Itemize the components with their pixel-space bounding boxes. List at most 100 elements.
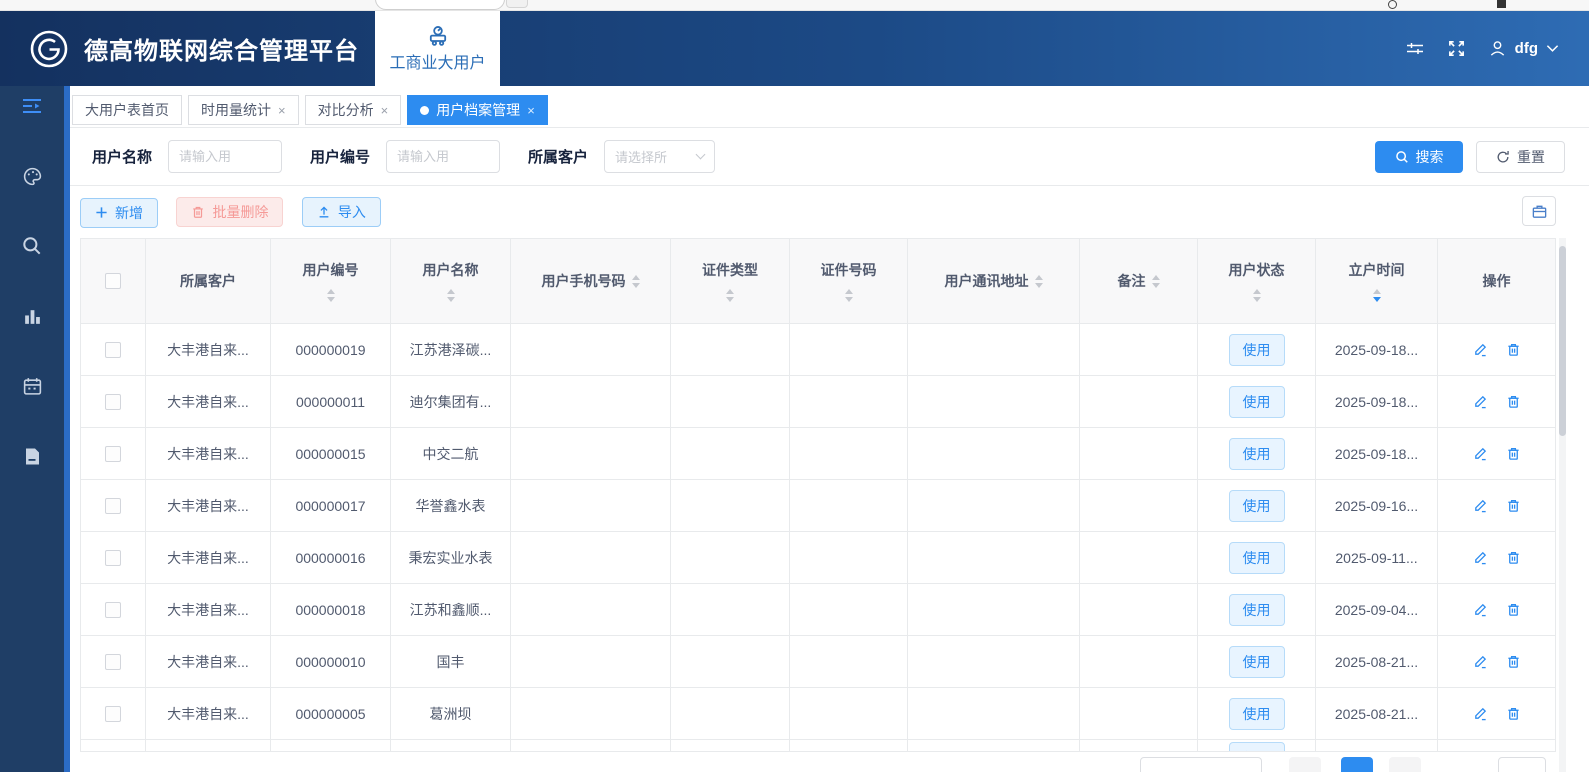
row-checkbox[interactable] bbox=[105, 601, 121, 618]
status-badge: 使用 bbox=[1228, 541, 1285, 574]
page-tab-bar: 大用户表首页 时用量统计 × 对比分析 × 用户档案管理 × bbox=[70, 86, 1589, 128]
table-row[interactable]: 大丰港自来... 000000005 葛洲坝 使用 2025-08-21... bbox=[81, 688, 1555, 740]
table-row[interactable]: 大丰港自来... 000000016 秉宏实业水表 使用 2025-09-11.… bbox=[81, 532, 1555, 584]
column-settings-button[interactable] bbox=[1522, 196, 1556, 226]
table-row[interactable]: 使用 bbox=[81, 740, 1555, 751]
delete-icon[interactable] bbox=[1506, 706, 1521, 721]
delete-icon[interactable] bbox=[1506, 342, 1521, 357]
row-checkbox[interactable] bbox=[105, 497, 121, 514]
row-checkbox[interactable] bbox=[105, 393, 121, 410]
table-row[interactable]: 大丰港自来... 000000018 江苏和鑫顺... 使用 2025-09-0… bbox=[81, 584, 1555, 636]
sidebar-item-calendar[interactable] bbox=[14, 374, 50, 398]
edit-icon[interactable] bbox=[1473, 706, 1488, 721]
close-icon[interactable]: × bbox=[381, 103, 389, 118]
delete-icon[interactable] bbox=[1506, 446, 1521, 461]
table-row[interactable]: 大丰港自来... 000000017 华誉鑫水表 使用 2025-09-16..… bbox=[81, 480, 1555, 532]
col-user-status[interactable]: 用户状态 bbox=[1198, 239, 1316, 323]
tab-comparison-analysis[interactable]: 对比分析 × bbox=[304, 95, 402, 125]
next-page-button[interactable] bbox=[1389, 757, 1421, 772]
customer-select[interactable]: 请选择所 bbox=[604, 140, 716, 173]
edit-icon[interactable] bbox=[1473, 446, 1488, 461]
col-phone[interactable]: 用户手机号码 bbox=[511, 239, 671, 323]
tab-bigusers-home[interactable]: 大用户表首页 bbox=[72, 95, 182, 125]
batch-delete-button[interactable]: 批量删除 bbox=[176, 197, 284, 227]
close-icon[interactable]: × bbox=[527, 103, 535, 118]
edit-icon[interactable] bbox=[1473, 602, 1488, 617]
sort-icon[interactable] bbox=[446, 289, 455, 302]
sidebar-item-theme[interactable] bbox=[14, 164, 50, 188]
sidebar-item-documents[interactable] bbox=[14, 444, 50, 468]
table-row[interactable]: 大丰港自来... 000000019 江苏港泽碳... 使用 2025-09-1… bbox=[81, 324, 1555, 376]
industrial-user-icon bbox=[426, 24, 450, 46]
fullscreen-icon[interactable] bbox=[1447, 39, 1466, 58]
app-header: 德高物联网综合管理平台 工商业大用户 dfg bbox=[0, 11, 1589, 86]
tab-hourly-usage[interactable]: 时用量统计 × bbox=[188, 95, 299, 125]
table-scrollbar-thumb[interactable] bbox=[1559, 246, 1566, 436]
delete-icon[interactable] bbox=[1506, 654, 1521, 669]
add-button[interactable]: 新增 bbox=[80, 197, 158, 228]
delete-icon[interactable] bbox=[1506, 498, 1521, 513]
user-table: 所属客户 用户编号 用户名称 用户手机号码 证件类型 证件号码 用户通讯地址 备… bbox=[80, 238, 1556, 752]
sort-icon[interactable] bbox=[1034, 274, 1043, 288]
sidebar-item-statistics[interactable] bbox=[14, 304, 50, 328]
table-scrollbar-track bbox=[1559, 238, 1566, 772]
app-title: 德高物联网综合管理平台 bbox=[84, 38, 359, 65]
tab-user-archive-management[interactable]: 用户档案管理 × bbox=[407, 95, 548, 125]
row-checkbox[interactable] bbox=[105, 653, 121, 670]
select-all-checkbox[interactable] bbox=[105, 273, 121, 289]
prev-page-button[interactable] bbox=[1289, 757, 1321, 772]
edit-icon[interactable] bbox=[1473, 550, 1488, 565]
sort-icon[interactable] bbox=[844, 289, 853, 302]
table-row[interactable]: 大丰港自来... 000000011 迪尔集团有... 使用 2025-09-1… bbox=[81, 376, 1555, 428]
user-menu[interactable]: dfg bbox=[1488, 39, 1559, 58]
close-icon[interactable]: × bbox=[278, 103, 286, 118]
display-settings-icon[interactable] bbox=[1405, 39, 1425, 59]
edit-icon[interactable] bbox=[1473, 654, 1488, 669]
sort-icon[interactable] bbox=[726, 289, 734, 302]
browser-extension-button[interactable] bbox=[506, 0, 528, 8]
sidebar bbox=[0, 86, 64, 772]
col-id-type[interactable]: 证件类型 bbox=[671, 239, 790, 323]
col-remark[interactable]: 备注 bbox=[1080, 239, 1198, 323]
delete-icon[interactable] bbox=[1506, 394, 1521, 409]
user-code-label: 用户编号 bbox=[310, 149, 371, 166]
table-row[interactable]: 大丰港自来... 000000010 国丰 使用 2025-08-21... bbox=[81, 636, 1555, 688]
col-user-code[interactable]: 用户编号 bbox=[271, 239, 391, 323]
edit-icon[interactable] bbox=[1473, 342, 1488, 357]
col-id-number[interactable]: 证件号码 bbox=[790, 239, 908, 323]
sort-icon[interactable] bbox=[631, 274, 640, 288]
delete-icon[interactable] bbox=[1506, 550, 1521, 565]
module-tab-label: 工商业大用户 bbox=[389, 55, 486, 72]
page-jump-input[interactable] bbox=[1498, 757, 1546, 772]
edit-icon[interactable] bbox=[1473, 394, 1488, 409]
row-checkbox[interactable] bbox=[105, 705, 121, 722]
row-checkbox[interactable] bbox=[105, 445, 121, 462]
page-size-select[interactable] bbox=[1140, 757, 1262, 772]
edit-icon[interactable] bbox=[1473, 498, 1488, 513]
sort-icon-active[interactable] bbox=[1372, 289, 1381, 302]
table-row[interactable]: 大丰港自来... 000000015 中交二航 使用 2025-09-18... bbox=[81, 428, 1555, 480]
user-name-label: 用户名称 bbox=[92, 149, 153, 166]
col-open-date[interactable]: 立户时间 bbox=[1316, 239, 1438, 323]
reset-button[interactable]: 重置 bbox=[1476, 141, 1565, 173]
browser-address-bar[interactable] bbox=[375, 0, 505, 10]
sidebar-collapse-button[interactable] bbox=[14, 94, 50, 118]
row-checkbox[interactable] bbox=[105, 549, 121, 566]
col-user-name[interactable]: 用户名称 bbox=[391, 239, 511, 323]
row-checkbox[interactable] bbox=[105, 341, 121, 358]
import-button[interactable]: 导入 bbox=[301, 197, 381, 227]
search-button[interactable]: 搜索 bbox=[1375, 141, 1463, 173]
table-toolbar: 新增 批量删除 导入 bbox=[70, 186, 1589, 238]
current-page-button[interactable] bbox=[1341, 757, 1373, 772]
delete-icon[interactable] bbox=[1506, 602, 1521, 617]
user-code-input[interactable] bbox=[386, 140, 501, 173]
sort-icon[interactable] bbox=[326, 289, 335, 302]
col-address[interactable]: 用户通讯地址 bbox=[908, 239, 1080, 323]
status-badge: 使用 bbox=[1228, 697, 1285, 730]
main-content: 大用户表首页 时用量统计 × 对比分析 × 用户档案管理 × 用户名称 用户编号… bbox=[70, 86, 1589, 772]
module-tab-industrial-users[interactable]: 工商业大用户 bbox=[375, 11, 500, 86]
user-name-input[interactable] bbox=[168, 140, 283, 173]
sort-icon[interactable] bbox=[1252, 289, 1261, 302]
sort-icon[interactable] bbox=[1151, 274, 1160, 288]
sidebar-item-search[interactable] bbox=[14, 234, 50, 258]
